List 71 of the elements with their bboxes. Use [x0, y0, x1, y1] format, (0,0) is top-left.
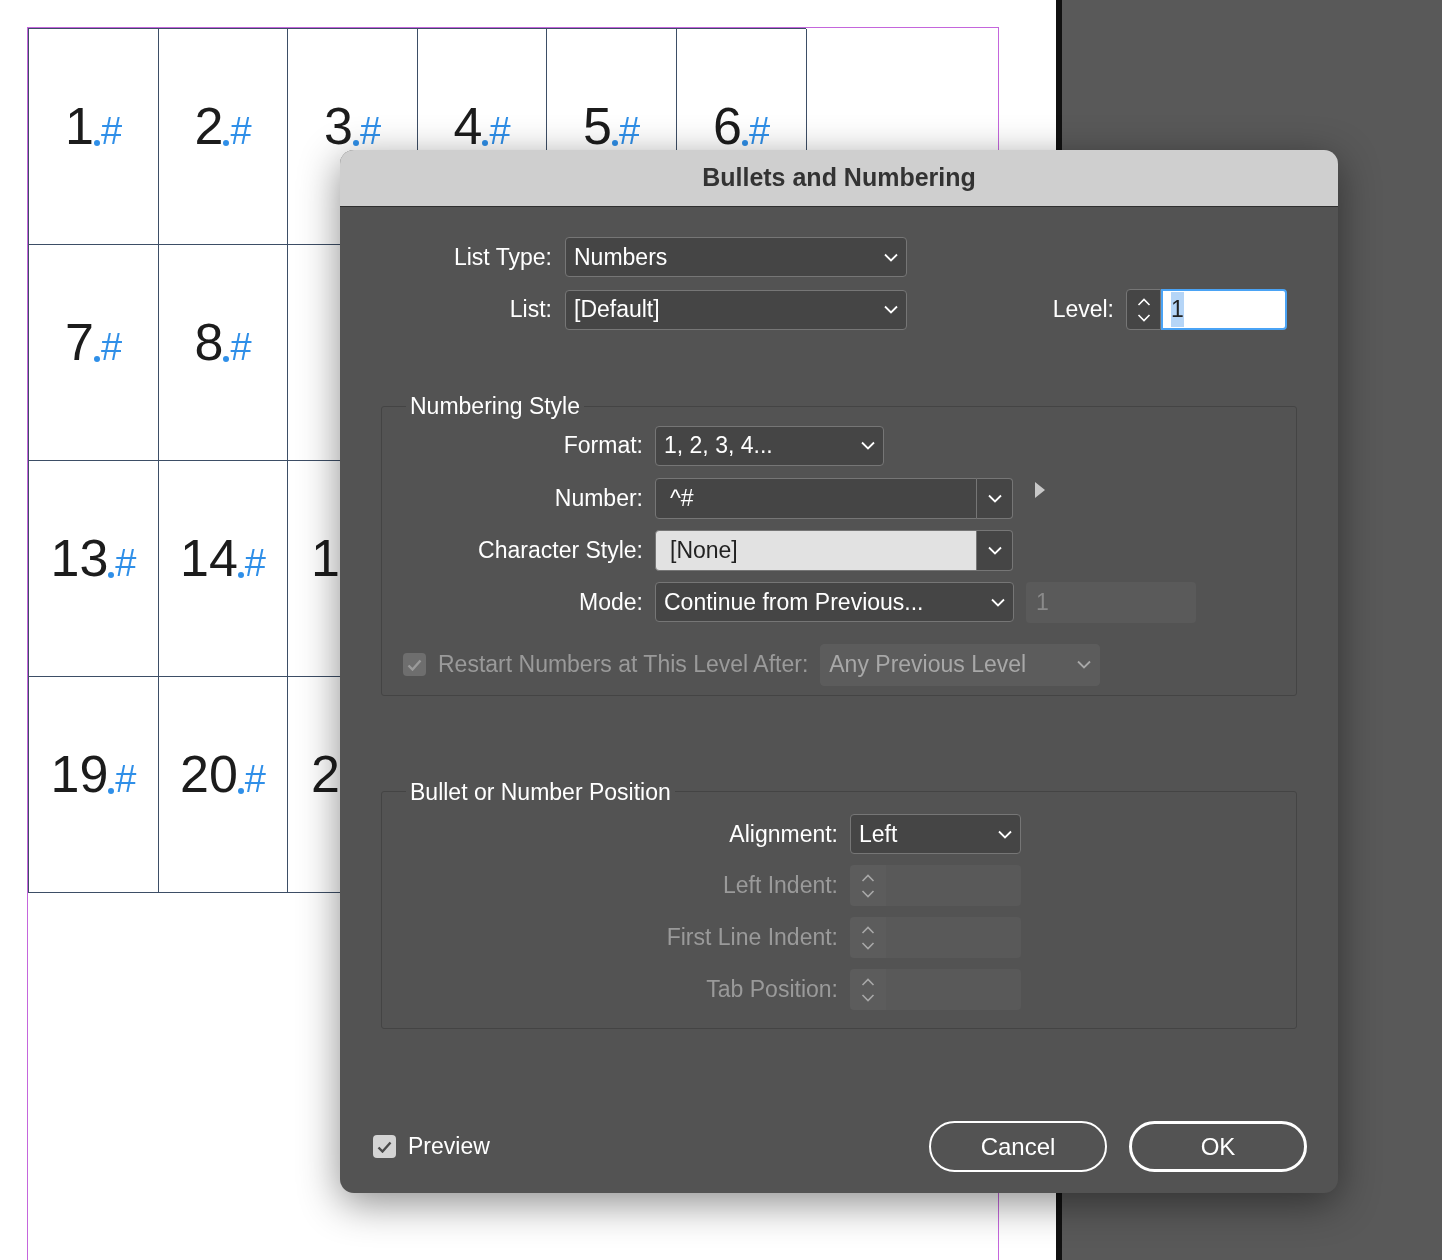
cell-number: 4: [453, 99, 483, 152]
field-label: Tab Position:: [705, 975, 838, 1005]
cell-number: 14: [180, 531, 238, 584]
field-label: Number:: [553, 483, 643, 513]
chevron-down-icon: [987, 493, 1002, 503]
dropdown[interactable]: [Default]: [565, 289, 907, 330]
number-marker: #: [100, 327, 123, 366]
character-style-field[interactable]: [None]: [655, 529, 977, 571]
dialog-title: Bullets and Numbering: [702, 162, 976, 194]
checkbox[interactable]: [373, 1135, 396, 1158]
number-marker: #: [244, 543, 266, 582]
dropdown[interactable]: Left: [850, 814, 1021, 854]
level-field[interactable]: 1: [1161, 289, 1287, 330]
stepper-icon: [861, 924, 875, 951]
cell-number: 13: [50, 531, 109, 584]
chevron-down-icon: [884, 305, 898, 314]
number-marker: #: [748, 111, 771, 150]
checkbox-label: Restart Numbers at This Level After:: [438, 650, 809, 680]
cell-number: 19: [50, 747, 109, 800]
number-marker: #: [115, 759, 137, 798]
number-marker: #: [618, 111, 641, 150]
cell-number: 1: [64, 99, 94, 152]
triangle-right-icon[interactable]: [1035, 481, 1045, 498]
number-marker: #: [359, 111, 382, 150]
number-marker: #: [100, 111, 123, 150]
number-marker: #: [489, 111, 511, 150]
number-marker: #: [115, 543, 137, 582]
number-marker: #: [230, 111, 252, 150]
field-label: Left Indent:: [721, 871, 838, 901]
dropdown-button[interactable]: [977, 477, 1013, 519]
stepper-button[interactable]: [1126, 289, 1161, 330]
cell-number: 3: [323, 99, 353, 152]
group-title: Bullet or Number Position: [409, 777, 672, 807]
cell-number: 7: [64, 315, 94, 368]
field-label: First Line Indent:: [665, 923, 838, 953]
chevron-down-icon: [884, 252, 898, 262]
number-marker: #: [244, 759, 266, 798]
chevron-down-icon: [987, 545, 1002, 555]
field-label: Level:: [1052, 295, 1114, 325]
cell-number: 8: [194, 315, 224, 368]
cell-number: 1: [311, 531, 340, 584]
field-label: Alignment:: [728, 819, 838, 849]
dropdown[interactable]: Continue from Previous...: [655, 582, 1014, 622]
field-label: List:: [508, 295, 552, 325]
dropdown[interactable]: Numbers: [565, 237, 907, 277]
number-marker: #: [230, 327, 252, 366]
field-label: List Type:: [452, 242, 552, 272]
cell-number: 2: [311, 747, 340, 800]
cell-number: 20: [180, 747, 238, 800]
chevron-down-icon: [991, 597, 1005, 607]
cancel-button[interactable]: Cancel: [929, 1121, 1107, 1172]
chevron-down-icon: [861, 441, 875, 450]
chevron-down-icon: [1077, 660, 1092, 669]
field-label: Mode:: [578, 587, 643, 617]
number-field[interactable]: ^#: [655, 477, 977, 519]
stepper-icon: [861, 976, 875, 1003]
chevron-down-icon: [998, 829, 1012, 839]
check-icon: [377, 1140, 392, 1153]
cell-number: 2: [194, 99, 224, 152]
dropdown[interactable]: 1, 2, 3, 4...: [655, 425, 884, 466]
check-icon: [407, 658, 422, 671]
stepper-icon: [1136, 296, 1151, 323]
dropdown-button[interactable]: [977, 529, 1013, 571]
checkbox-label: Preview: [408, 1132, 490, 1162]
ok-button[interactable]: OK: [1129, 1121, 1307, 1172]
field-label: Format:: [562, 431, 643, 461]
cell-number: 6: [712, 99, 742, 152]
stepper-icon: [861, 872, 875, 899]
cell-number: 5: [582, 99, 612, 152]
group-title: Numbering Style: [409, 392, 582, 421]
field-label: Character Style:: [477, 535, 643, 565]
